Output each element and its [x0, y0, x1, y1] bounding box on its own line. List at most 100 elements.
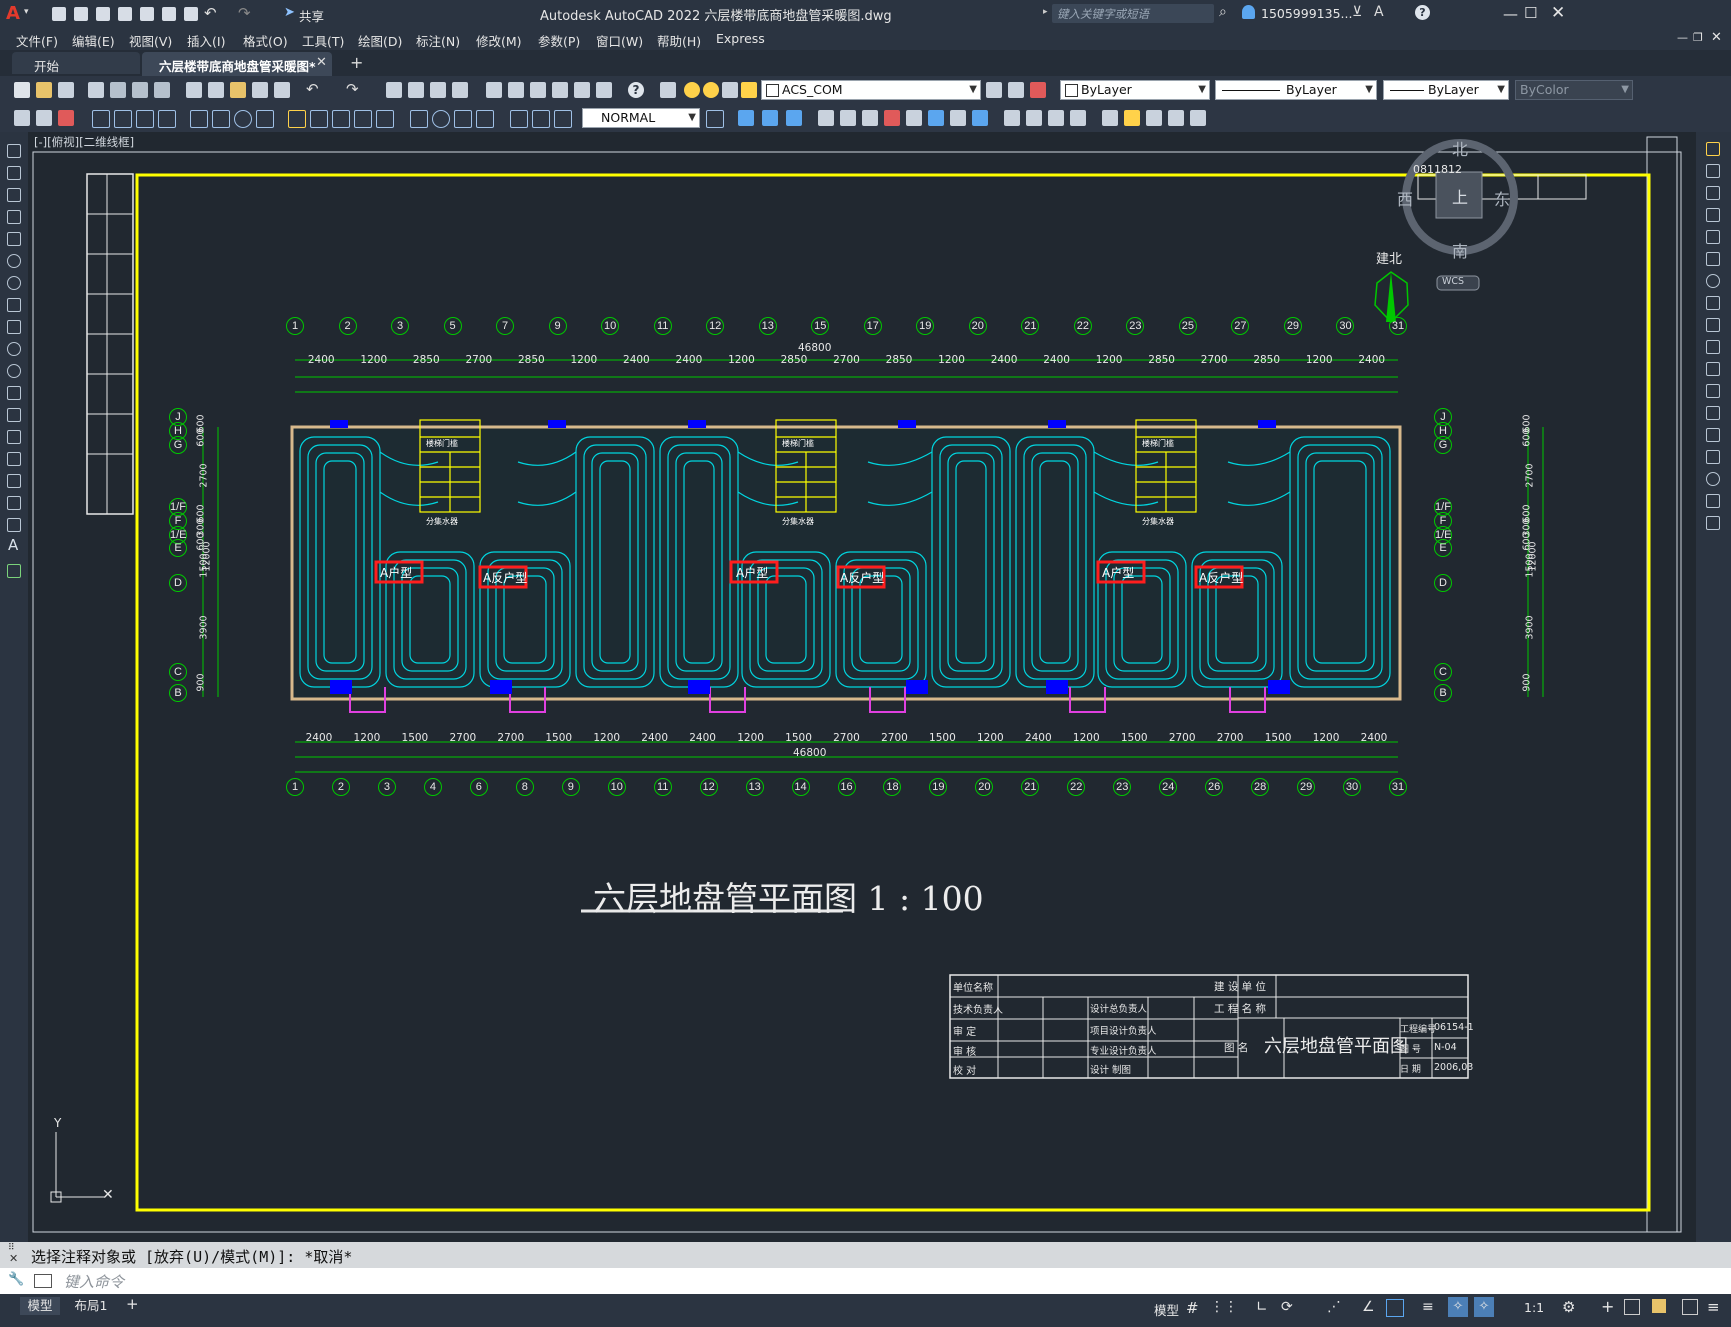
viewport-clip-icon[interactable] [1124, 110, 1140, 126]
annotate-icon[interactable] [1190, 110, 1206, 126]
view-left-icon[interactable] [786, 110, 802, 126]
new-tab-icon[interactable]: + [350, 53, 363, 72]
menu-help[interactable]: 帮助(H) [657, 31, 701, 50]
layout-tab-1[interactable]: 布局1 [68, 1297, 114, 1315]
search-expand-icon[interactable]: ▸ [1043, 7, 1048, 17]
plot-icon[interactable] [184, 7, 198, 21]
share-label[interactable]: 共享 [299, 6, 324, 25]
menu-dimension[interactable]: 标注(N) [416, 31, 460, 50]
construction-line-icon[interactable] [7, 166, 21, 180]
spline-tool-icon[interactable] [7, 320, 21, 334]
trim-tool-icon[interactable] [1706, 340, 1720, 354]
gradient-tool-icon[interactable] [7, 474, 21, 488]
cut-icon[interactable] [186, 82, 202, 98]
sheet-set-icon[interactable] [552, 82, 568, 98]
ellipse-arc-tool-icon[interactable] [7, 364, 21, 378]
status-customize-icon[interactable]: ≡ [1707, 1298, 1720, 1316]
dimtedit-icon[interactable] [532, 110, 550, 128]
ucs-world-icon[interactable] [840, 110, 856, 126]
ordinate-dim-icon[interactable] [158, 110, 176, 128]
snap-toggle-icon[interactable]: ⋮⋮ [1210, 1299, 1238, 1315]
saveas-icon[interactable] [118, 7, 132, 21]
layer-walk-icon[interactable] [36, 110, 52, 126]
ucs-previous-icon[interactable] [862, 110, 878, 126]
copy-tool-icon[interactable] [1706, 164, 1720, 178]
view-front-icon[interactable] [738, 110, 754, 126]
layer-on-icon[interactable] [684, 82, 700, 98]
line-tool-icon[interactable] [7, 144, 21, 158]
doc-close-button[interactable]: ✕ [1711, 30, 1722, 45]
explode-tool-icon[interactable] [1706, 516, 1720, 530]
menu-modify[interactable]: 修改(M) [476, 31, 522, 50]
angular-dim-icon[interactable] [256, 110, 274, 128]
dimstyle-dropdown[interactable]: NORMAL ▼ [582, 108, 700, 128]
jogged-linear-icon[interactable] [476, 110, 494, 128]
clean-screen-icon[interactable] [1682, 1299, 1698, 1315]
view-back-icon[interactable] [762, 110, 778, 126]
layer-freeze-icon[interactable] [703, 82, 719, 98]
menu-express[interactable]: Express [716, 31, 765, 46]
join-tool-icon[interactable] [1706, 428, 1720, 442]
units-icon[interactable] [1624, 1299, 1640, 1315]
table-tool-icon[interactable] [7, 518, 21, 532]
quick-dim-icon[interactable] [288, 110, 306, 128]
calculator-icon[interactable] [596, 82, 612, 98]
annotation-scale[interactable]: 1:1 [1524, 1300, 1544, 1315]
paste-icon[interactable] [230, 82, 246, 98]
save-icon[interactable] [96, 7, 110, 21]
maximize-button[interactable]: ☐ [1524, 4, 1537, 22]
make-block-icon[interactable] [7, 408, 21, 422]
save-file-icon[interactable] [58, 82, 74, 98]
match-properties-icon[interactable] [252, 82, 268, 98]
chamfer-tool-icon[interactable] [1706, 450, 1720, 464]
command-input[interactable]: 键入命令 [64, 1271, 124, 1292]
visual-styles-icon[interactable] [1070, 110, 1086, 126]
render-icon[interactable] [1004, 110, 1020, 126]
erase-tool-icon[interactable] [1706, 142, 1720, 156]
markup-icon[interactable] [574, 82, 590, 98]
layer-properties-icon[interactable] [660, 82, 676, 98]
autocad-logo-icon[interactable]: A [6, 3, 20, 24]
help-icon[interactable]: ? [1415, 5, 1430, 20]
open-icon[interactable] [74, 7, 88, 21]
layer-delete-icon[interactable] [58, 110, 74, 126]
pan-icon[interactable] [386, 82, 402, 98]
continue-dim-icon[interactable] [332, 110, 350, 128]
doc-minimize-button[interactable]: — [1677, 31, 1688, 44]
share-icon[interactable]: ➤ [284, 5, 295, 20]
hatch-tool-icon[interactable] [7, 452, 21, 466]
materials-icon[interactable] [1026, 110, 1042, 126]
command-input-row[interactable]: 🔧 键入命令 [0, 1268, 1731, 1294]
undo-icon[interactable]: ↶ [204, 4, 217, 22]
viewport-scale-icon[interactable] [1146, 110, 1162, 126]
extend-tool-icon[interactable] [1706, 362, 1720, 376]
ucs-icon[interactable] [818, 110, 834, 126]
region-tool-icon[interactable] [7, 496, 21, 510]
app-menu-arrow-icon[interactable]: ▾ [24, 7, 29, 17]
tab-drawing[interactable]: 六层楼带底商地盘管采暖图* ✕ [142, 52, 332, 76]
autodesk-app-icon[interactable]: A [1374, 4, 1384, 20]
ortho-toggle-icon[interactable]: ∟ [1256, 1299, 1268, 1315]
viewcube-east[interactable]: 东 [1494, 186, 1510, 210]
radius-dim-icon[interactable] [190, 110, 208, 128]
print-icon[interactable] [88, 82, 104, 98]
viewcube-west[interactable]: 西 [1397, 186, 1413, 210]
viewports-icon[interactable] [1102, 110, 1118, 126]
stretch-tool-icon[interactable] [1706, 318, 1720, 332]
layer-lock-icon[interactable] [741, 82, 757, 98]
insert-block-icon[interactable] [7, 386, 21, 400]
osnap-toggle-icon[interactable]: ⋰ [1327, 1299, 1341, 1315]
new-icon[interactable] [52, 7, 66, 21]
tolerance-icon[interactable] [410, 110, 428, 128]
print-preview-icon[interactable] [110, 82, 126, 98]
offset-tool-icon[interactable] [1706, 208, 1720, 222]
model-space-button[interactable]: 模型 [1154, 1300, 1179, 1319]
zoom-previous-icon[interactable] [452, 82, 468, 98]
tab-start[interactable]: 开始 [12, 52, 140, 74]
plotstyle-dropdown[interactable]: ByColor ▼ [1515, 80, 1633, 100]
dim-space-icon[interactable] [354, 110, 372, 128]
zoom-window-icon[interactable] [430, 82, 446, 98]
layout-tab-model[interactable]: 模型 [20, 1297, 60, 1315]
break-point-icon[interactable] [1706, 384, 1720, 398]
cmd-customize-icon[interactable]: 🔧 [8, 1272, 24, 1287]
